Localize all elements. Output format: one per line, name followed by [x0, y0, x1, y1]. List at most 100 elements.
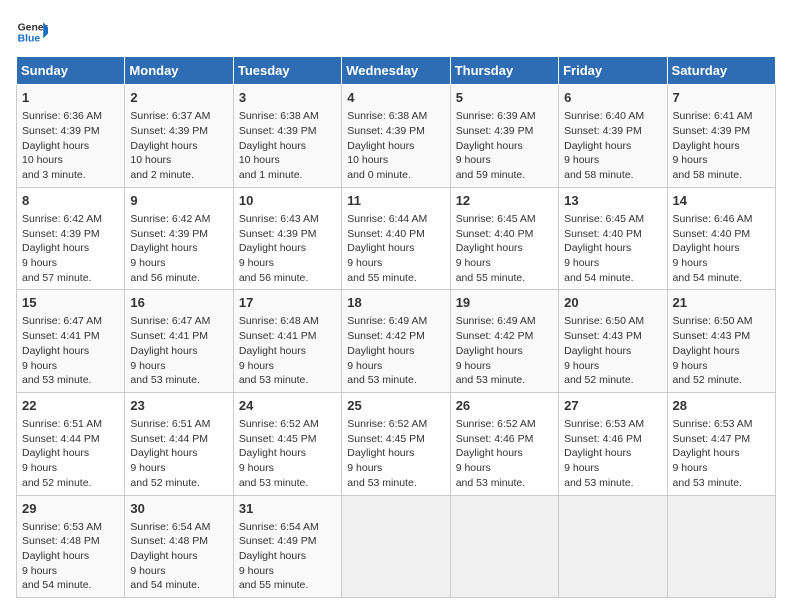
- daylight-hours-label: Daylight hours: [130, 242, 197, 254]
- calendar-cell: 28Sunrise: 6:53 AMSunset: 4:47 PMDayligh…: [667, 392, 775, 495]
- sunset-info: Sunset: 4:39 PM: [347, 125, 425, 137]
- daylight-hours-value: 9 hours: [22, 257, 57, 269]
- daylight-minutes-value: and 52 minute.: [564, 374, 633, 386]
- daylight-hours-label: Daylight hours: [22, 447, 89, 459]
- logo-icon: General Blue: [16, 16, 48, 48]
- daylight-hours-value: 9 hours: [130, 462, 165, 474]
- sunrise-info: Sunrise: 6:36 AM: [22, 110, 102, 122]
- daylight-hours-label: Daylight hours: [347, 242, 414, 254]
- sunset-info: Sunset: 4:46 PM: [456, 433, 534, 445]
- daylight-minutes-value: and 0 minute.: [347, 169, 411, 181]
- sunset-info: Sunset: 4:39 PM: [673, 125, 751, 137]
- daylight-hours-value: 9 hours: [130, 360, 165, 372]
- daylight-hours-value: 9 hours: [456, 154, 491, 166]
- calendar-cell: 20Sunrise: 6:50 AMSunset: 4:43 PMDayligh…: [559, 290, 667, 393]
- daylight-minutes-value: and 53 minute.: [347, 374, 416, 386]
- daylight-minutes-value: and 1 minute.: [239, 169, 303, 181]
- daylight-hours-value: 9 hours: [673, 154, 708, 166]
- daylight-hours-label: Daylight hours: [239, 345, 306, 357]
- day-number: 27: [564, 397, 661, 415]
- daylight-hours-value: 9 hours: [22, 462, 57, 474]
- sunrise-info: Sunrise: 6:42 AM: [130, 213, 210, 225]
- daylight-hours-value: 9 hours: [22, 565, 57, 577]
- sunset-info: Sunset: 4:47 PM: [673, 433, 751, 445]
- daylight-hours-label: Daylight hours: [130, 550, 197, 562]
- day-number: 16: [130, 294, 227, 312]
- logo: General Blue: [16, 16, 48, 48]
- sunrise-info: Sunrise: 6:53 AM: [673, 418, 753, 430]
- day-number: 19: [456, 294, 553, 312]
- calendar-cell: 24Sunrise: 6:52 AMSunset: 4:45 PMDayligh…: [233, 392, 341, 495]
- daylight-minutes-value: and 54 minute.: [673, 272, 742, 284]
- sunrise-info: Sunrise: 6:42 AM: [22, 213, 102, 225]
- sunrise-info: Sunrise: 6:54 AM: [239, 521, 319, 533]
- calendar-cell: 18Sunrise: 6:49 AMSunset: 4:42 PMDayligh…: [342, 290, 450, 393]
- sunrise-info: Sunrise: 6:38 AM: [239, 110, 319, 122]
- calendar-cell: 22Sunrise: 6:51 AMSunset: 4:44 PMDayligh…: [17, 392, 125, 495]
- sunset-info: Sunset: 4:42 PM: [347, 330, 425, 342]
- sunset-info: Sunset: 4:42 PM: [456, 330, 534, 342]
- sunset-info: Sunset: 4:44 PM: [22, 433, 100, 445]
- calendar-cell: 21Sunrise: 6:50 AMSunset: 4:43 PMDayligh…: [667, 290, 775, 393]
- calendar-cell: 6Sunrise: 6:40 AMSunset: 4:39 PMDaylight…: [559, 85, 667, 188]
- daylight-hours-value: 9 hours: [456, 360, 491, 372]
- calendar-cell: [450, 495, 558, 598]
- calendar-week-3: 15Sunrise: 6:47 AMSunset: 4:41 PMDayligh…: [17, 290, 776, 393]
- sunrise-info: Sunrise: 6:51 AM: [22, 418, 102, 430]
- sunrise-info: Sunrise: 6:50 AM: [564, 315, 644, 327]
- daylight-hours-value: 10 hours: [347, 154, 388, 166]
- daylight-minutes-value: and 58 minute.: [673, 169, 742, 181]
- daylight-hours-label: Daylight hours: [347, 447, 414, 459]
- day-number: 14: [673, 192, 770, 210]
- day-number: 24: [239, 397, 336, 415]
- sunset-info: Sunset: 4:40 PM: [564, 228, 642, 240]
- calendar-cell: 27Sunrise: 6:53 AMSunset: 4:46 PMDayligh…: [559, 392, 667, 495]
- page-header: General Blue: [16, 16, 776, 48]
- calendar-cell: 8Sunrise: 6:42 AMSunset: 4:39 PMDaylight…: [17, 187, 125, 290]
- calendar-cell: 9Sunrise: 6:42 AMSunset: 4:39 PMDaylight…: [125, 187, 233, 290]
- daylight-hours-label: Daylight hours: [239, 242, 306, 254]
- sunrise-info: Sunrise: 6:52 AM: [456, 418, 536, 430]
- daylight-hours-label: Daylight hours: [239, 140, 306, 152]
- daylight-hours-value: 10 hours: [22, 154, 63, 166]
- sunrise-info: Sunrise: 6:41 AM: [673, 110, 753, 122]
- calendar-cell: 3 Sunrise: 6:38 AM Sunset: 4:39 PM Daylight…: [233, 85, 341, 188]
- calendar-cell: [559, 495, 667, 598]
- sunset-info: Sunset: 4:43 PM: [673, 330, 751, 342]
- day-number: 9: [130, 192, 227, 210]
- daylight-hours-value: 9 hours: [239, 462, 274, 474]
- day-number: 3: [239, 89, 336, 107]
- daylight-hours-label: Daylight hours: [130, 447, 197, 459]
- svg-text:Blue: Blue: [18, 34, 41, 45]
- daylight-hours-label: Daylight hours: [564, 447, 631, 459]
- calendar-cell: 16Sunrise: 6:47 AMSunset: 4:41 PMDayligh…: [125, 290, 233, 393]
- daylight-hours-label: Daylight hours: [130, 345, 197, 357]
- sunrise-info: Sunrise: 6:53 AM: [564, 418, 644, 430]
- calendar-cell: 1Sunrise: 6:36 AMSunset: 4:39 PMDaylight…: [17, 85, 125, 188]
- daylight-hours-value: 9 hours: [130, 257, 165, 269]
- calendar-week-2: 8Sunrise: 6:42 AMSunset: 4:39 PMDaylight…: [17, 187, 776, 290]
- calendar-header-tuesday: Tuesday: [233, 57, 341, 85]
- sunset-info: Sunset: 4:39 PM: [239, 125, 317, 137]
- sunrise-info: Sunrise: 6:37 AM: [130, 110, 210, 122]
- calendar-header-friday: Friday: [559, 57, 667, 85]
- daylight-hours-value: 10 hours: [239, 154, 280, 166]
- calendar-cell: 14Sunrise: 6:46 AMSunset: 4:40 PMDayligh…: [667, 187, 775, 290]
- daylight-hours-value: 9 hours: [564, 360, 599, 372]
- daylight-minutes-value: and 58 minute.: [564, 169, 633, 181]
- calendar-week-1: 1Sunrise: 6:36 AMSunset: 4:39 PMDaylight…: [17, 85, 776, 188]
- daylight-minutes-value: and 53 minute.: [456, 477, 525, 489]
- daylight-hours-value: 9 hours: [22, 360, 57, 372]
- calendar-cell: 13Sunrise: 6:45 AMSunset: 4:40 PMDayligh…: [559, 187, 667, 290]
- daylight-hours-value: 9 hours: [347, 462, 382, 474]
- sunrise-info: Sunrise: 6:54 AM: [130, 521, 210, 533]
- calendar-cell: 10Sunrise: 6:43 AMSunset: 4:39 PMDayligh…: [233, 187, 341, 290]
- day-number: 15: [22, 294, 119, 312]
- daylight-hours-label: Daylight hours: [22, 242, 89, 254]
- daylight-minutes-value: and 54 minute.: [130, 579, 199, 591]
- daylight-hours-value: 9 hours: [130, 565, 165, 577]
- daylight-hours-value: 9 hours: [456, 462, 491, 474]
- daylight-hours-label: Daylight hours: [347, 140, 414, 152]
- calendar-cell: 17Sunrise: 6:48 AMSunset: 4:41 PMDayligh…: [233, 290, 341, 393]
- daylight-hours-label: Daylight hours: [456, 242, 523, 254]
